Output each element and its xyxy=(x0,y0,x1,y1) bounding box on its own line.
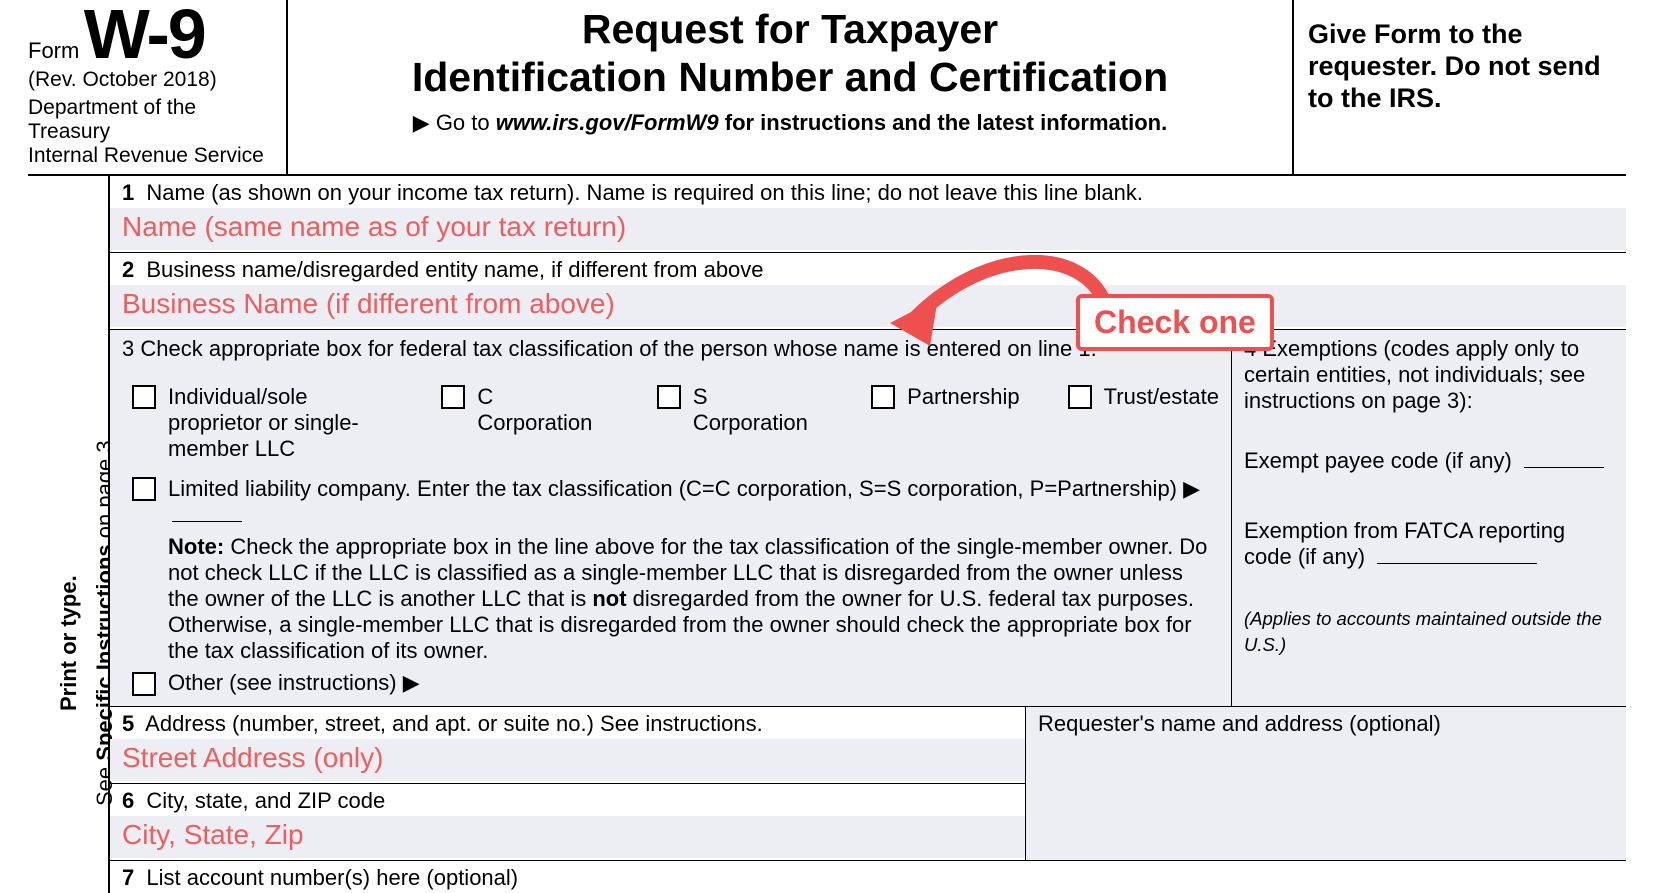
give-form-note: Give Form to the requester. Do not send … xyxy=(1294,0,1626,174)
form-id: W-9 xyxy=(84,0,205,73)
line-1-hint[interactable]: Name (same name as of your tax return) xyxy=(110,208,1626,250)
checkbox-s-corp[interactable]: S Corporation xyxy=(657,384,823,436)
fatca-applies-note: (Applies to accounts maintained outside … xyxy=(1244,606,1614,658)
goto-instructions: ▶ Go to www.irs.gov/FormW9 for instructi… xyxy=(300,110,1280,136)
address-block: 5 Address (number, street, and apt. or s… xyxy=(110,707,1626,861)
form-revision: (Rev. October 2018) xyxy=(28,68,280,92)
checkbox-icon[interactable] xyxy=(132,477,156,501)
line-2-hint[interactable]: Business Name (if different from above) xyxy=(110,285,1626,327)
note-label: Note: xyxy=(168,534,224,559)
form-title-line1: Request for Taxpayer xyxy=(300,6,1280,52)
line-6-hint[interactable]: City, State, Zip xyxy=(110,816,1025,858)
line-5: 5 Address (number, street, and apt. or s… xyxy=(110,707,1025,784)
note-not: not xyxy=(592,586,626,611)
checkbox-icon[interactable] xyxy=(132,672,156,696)
line-2-number: 2 xyxy=(122,257,134,282)
checkbox-trust-estate-label: Trust/estate xyxy=(1104,384,1219,410)
line-2-label: Business name/disregarded entity name, i… xyxy=(146,257,763,282)
box-3-note: Note: Check the appropriate box in the l… xyxy=(168,534,1219,664)
box-4: 4 Exemptions (codes apply only to certai… xyxy=(1232,330,1626,706)
box-3: 3 Check appropriate box for federal tax … xyxy=(110,330,1232,706)
box-3-4-row: 3 Check appropriate box for federal tax … xyxy=(110,330,1626,707)
print-or-type-label: Print or type. xyxy=(56,575,82,711)
requester-label: Requester's name and address (optional) xyxy=(1038,711,1441,736)
box-3-number: 3 xyxy=(122,336,134,361)
llc-classification-input[interactable] xyxy=(172,521,242,522)
checkbox-icon[interactable] xyxy=(1068,385,1092,409)
goto-url: www.irs.gov/FormW9 xyxy=(496,110,719,135)
checkbox-trust-estate[interactable]: Trust/estate xyxy=(1068,384,1219,410)
checkbox-individual-label: Individual/sole proprietor or single-mem… xyxy=(168,384,393,462)
checkbox-other-label: Other (see instructions) ▶ xyxy=(168,670,420,696)
header-center: Request for Taxpayer Identification Numb… xyxy=(288,0,1294,174)
checkbox-individual[interactable]: Individual/sole proprietor or single-mem… xyxy=(132,384,393,462)
box-4-label: Exemptions (codes apply only to certain … xyxy=(1244,336,1585,413)
header-left: Form W-9 (Rev. October 2018) Department … xyxy=(28,0,288,174)
fatca-input[interactable] xyxy=(1377,563,1537,564)
form-header: Form W-9 (Rev. October 2018) Department … xyxy=(28,0,1626,176)
form-title-line2: Identification Number and Certification xyxy=(300,54,1280,100)
sidebar-instructions: Print or type. See Specific Instructions… xyxy=(28,176,108,893)
exempt-payee-input[interactable] xyxy=(1524,467,1604,468)
line-2: 2 Business name/disregarded entity name,… xyxy=(110,253,1626,330)
line-1-number: 1 xyxy=(122,180,134,205)
checkbox-other[interactable]: Other (see instructions) ▶ xyxy=(132,670,1219,696)
line-7-label: List account number(s) here (optional) xyxy=(146,865,518,890)
goto-prefix: ▶ Go to xyxy=(413,110,496,135)
checkbox-icon[interactable] xyxy=(871,385,895,409)
line-5-number: 5 xyxy=(122,711,134,736)
annotation-check-one: Check one xyxy=(1076,294,1274,351)
box-3-label: Check appropriate box for federal tax cl… xyxy=(140,336,1096,361)
exempt-payee-label: Exempt payee code (if any) xyxy=(1244,448,1512,473)
line-7-number: 7 xyxy=(122,865,134,890)
line-1-label: Name (as shown on your income tax return… xyxy=(146,180,1143,205)
checkbox-c-corp[interactable]: C Corporation xyxy=(441,384,608,436)
checkbox-llc-label: Limited liability company. Enter the tax… xyxy=(168,476,1200,501)
dept-irs: Internal Revenue Service xyxy=(28,144,280,168)
line-5-hint[interactable]: Street Address (only) xyxy=(110,739,1025,781)
checkbox-partnership-label: Partnership xyxy=(907,384,1020,410)
line-7: 7 List account number(s) here (optional) xyxy=(110,861,1626,893)
checkbox-icon[interactable] xyxy=(132,385,156,409)
checkbox-s-corp-label: S Corporation xyxy=(693,384,823,436)
checkbox-llc[interactable]: Limited liability company. Enter the tax… xyxy=(132,476,1219,528)
dept-treasury: Department of the Treasury xyxy=(28,96,280,144)
line-1: 1 Name (as shown on your income tax retu… xyxy=(110,176,1626,253)
line-5-label: Address (number, street, and apt. or sui… xyxy=(145,711,763,736)
checkbox-icon[interactable] xyxy=(657,385,681,409)
line-6-number: 6 xyxy=(122,788,134,813)
checkbox-icon[interactable] xyxy=(441,385,465,409)
goto-suffix: for instructions and the latest informat… xyxy=(719,110,1168,135)
line-6-label: City, state, and ZIP code xyxy=(146,788,385,813)
fatca-label: Exemption from FATCA reporting code (if … xyxy=(1244,518,1565,569)
requester-box[interactable]: Requester's name and address (optional) xyxy=(1026,707,1626,861)
checkbox-c-corp-label: C Corporation xyxy=(477,384,608,436)
checkbox-partnership[interactable]: Partnership xyxy=(871,384,1020,410)
form-word: Form xyxy=(28,38,79,63)
